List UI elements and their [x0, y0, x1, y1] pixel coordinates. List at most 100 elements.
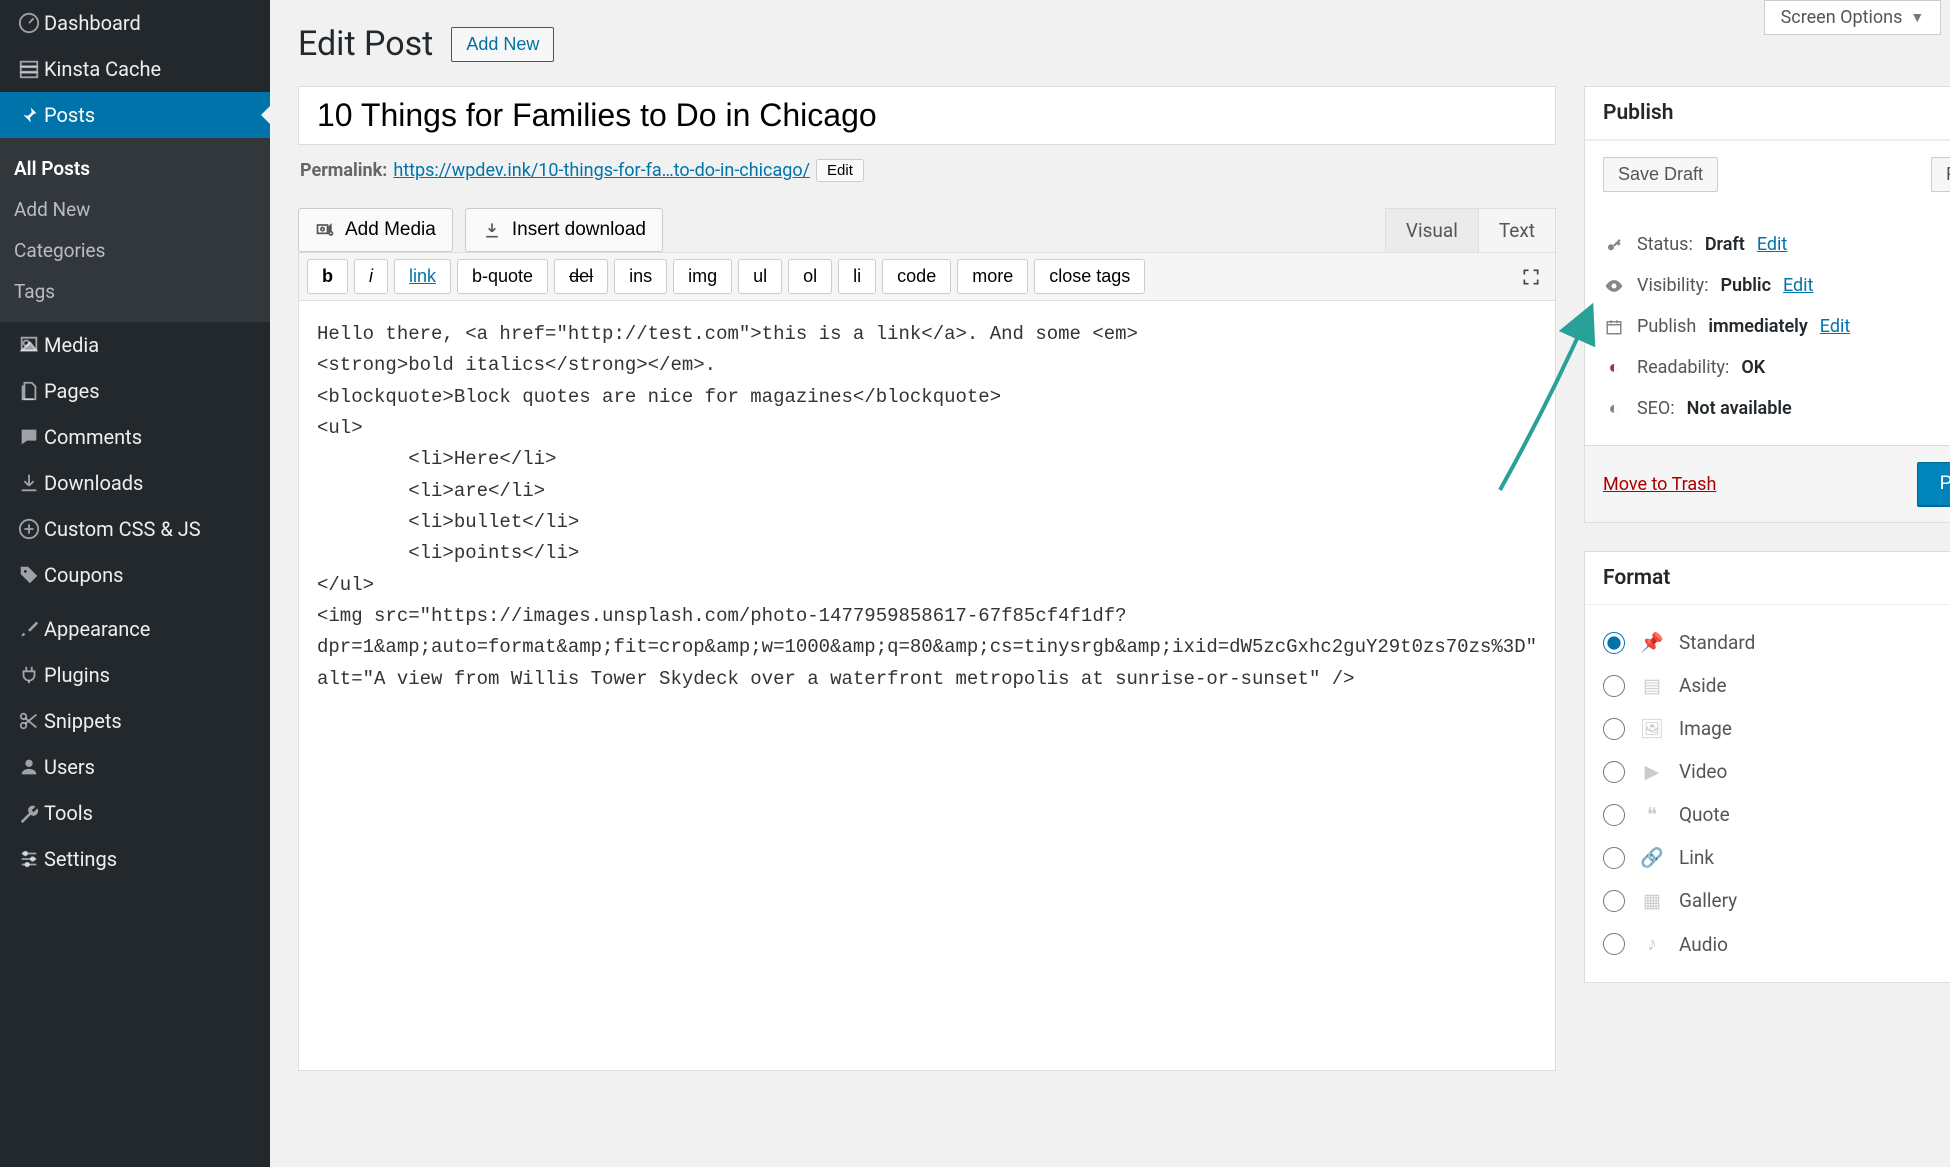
sidebar-item-media[interactable]: Media	[0, 322, 270, 368]
main-content: Screen Options▼ Help▼ Edit Post Add New …	[270, 0, 1950, 1167]
publish-button[interactable]: Publish	[1917, 462, 1950, 506]
edit-visibility-link[interactable]: Edit	[1783, 275, 1813, 296]
qtag-more[interactable]: more	[957, 259, 1028, 294]
sidebar-item-plugins[interactable]: Plugins	[0, 652, 270, 698]
aside-icon: ▤	[1639, 674, 1665, 697]
quicktags-toolbar: b i link b-quote del ins img ul ol li co…	[298, 252, 1556, 301]
format-option-link[interactable]: 🔗Link	[1603, 836, 1950, 879]
screen-meta-links: Screen Options▼ Help▼	[1764, 0, 1950, 35]
post-title-input[interactable]	[298, 86, 1556, 145]
tab-text[interactable]: Text	[1478, 209, 1555, 252]
plus-circle-icon	[14, 518, 44, 540]
sidebar-label: Snippets	[44, 709, 122, 733]
sidebar-item-comments[interactable]: Comments	[0, 414, 270, 460]
pin-icon	[14, 104, 44, 126]
fullscreen-button[interactable]	[1515, 261, 1547, 293]
sidebar-item-settings[interactable]: Settings	[0, 836, 270, 882]
link-icon: 🔗	[1639, 846, 1665, 869]
save-draft-button[interactable]: Save Draft	[1603, 157, 1718, 192]
qtag-bquote[interactable]: b-quote	[457, 259, 548, 294]
format-option-video[interactable]: ▶Video	[1603, 750, 1950, 793]
sidebar-label: Comments	[44, 425, 142, 449]
brush-icon	[14, 618, 44, 640]
publish-metabox-header[interactable]: Publish ▲	[1585, 87, 1950, 140]
download-icon	[482, 220, 502, 240]
sidebar-subitem-categories[interactable]: Categories	[0, 230, 270, 271]
scissors-icon	[14, 710, 44, 732]
add-media-button[interactable]: Add Media	[298, 208, 453, 252]
seo-row: ◐ SEO: Not available	[1603, 388, 1950, 429]
image-icon: 🖼	[1639, 717, 1665, 740]
format-metabox: Format ▲ 📌Standard ▤Aside 🖼Image ▶Video …	[1584, 551, 1950, 983]
sidebar-subitem-all-posts[interactable]: All Posts	[0, 148, 270, 189]
sidebar-item-kinsta-cache[interactable]: Kinsta Cache	[0, 46, 270, 92]
publish-date-row: Publish immediately Edit	[1603, 306, 1950, 347]
format-metabox-header[interactable]: Format ▲	[1585, 552, 1950, 605]
sidebar-item-posts[interactable]: Posts	[0, 92, 270, 138]
preview-button[interactable]: Preview	[1931, 157, 1950, 192]
video-icon: ▶	[1639, 760, 1665, 783]
qtag-li[interactable]: li	[838, 259, 876, 294]
edit-status-link[interactable]: Edit	[1757, 234, 1787, 255]
chevron-down-icon: ▼	[1910, 9, 1924, 26]
qtag-i[interactable]: i	[354, 259, 388, 294]
edit-permalink-button[interactable]: Edit	[816, 159, 864, 182]
sidebar-submenu-posts: All Posts Add New Categories Tags	[0, 138, 270, 322]
sidebar-label: Users	[44, 755, 95, 779]
sidebar-item-coupons[interactable]: Coupons	[0, 552, 270, 598]
insert-download-button[interactable]: Insert download	[465, 208, 663, 252]
sidebar-item-pages[interactable]: Pages	[0, 368, 270, 414]
format-option-audio[interactable]: ♪Audio	[1603, 922, 1950, 966]
quote-icon: ❝	[1639, 803, 1665, 826]
qtag-ol[interactable]: ol	[788, 259, 832, 294]
sidebar-label: Settings	[44, 847, 117, 871]
qtag-link[interactable]: link	[394, 259, 451, 294]
move-to-trash-link[interactable]: Move to Trash	[1603, 474, 1716, 495]
qtag-del[interactable]: del	[554, 259, 608, 294]
eye-icon	[1603, 276, 1625, 296]
dashboard-icon	[14, 12, 44, 34]
sidebar-item-custom-css-js[interactable]: Custom CSS & JS	[0, 506, 270, 552]
sidebar-item-tools[interactable]: Tools	[0, 790, 270, 836]
sidebar-label: Dashboard	[44, 11, 141, 35]
sidebar-label: Posts	[44, 103, 95, 127]
comments-icon	[14, 426, 44, 448]
sidebar-label: Kinsta Cache	[44, 57, 161, 81]
sidebar-item-dashboard[interactable]: Dashboard	[0, 0, 270, 46]
pages-icon	[14, 380, 44, 402]
format-option-aside[interactable]: ▤Aside	[1603, 664, 1950, 707]
sidebar-label: Coupons	[44, 563, 123, 587]
tab-visual[interactable]: Visual	[1386, 209, 1478, 252]
content-textarea[interactable]: Hello there, <a href="http://test.com">t…	[298, 301, 1556, 1071]
sidebar-label: Appearance	[44, 617, 150, 641]
qtag-close-tags[interactable]: close tags	[1034, 259, 1145, 294]
sidebar-subitem-add-new[interactable]: Add New	[0, 189, 270, 230]
sidebar-item-users[interactable]: Users	[0, 744, 270, 790]
permalink-link[interactable]: https://wpdev.ink/10-things-for-fa…to-do…	[393, 160, 810, 181]
sidebar-subitem-tags[interactable]: Tags	[0, 271, 270, 312]
format-option-image[interactable]: 🖼Image	[1603, 707, 1950, 750]
qtag-b[interactable]: b	[307, 259, 348, 294]
sidebar-label: Media	[44, 333, 99, 357]
qtag-img[interactable]: img	[673, 259, 732, 294]
qtag-code[interactable]: code	[882, 259, 951, 294]
sidebar-item-appearance[interactable]: Appearance	[0, 606, 270, 652]
cache-icon	[14, 58, 44, 80]
wrench-icon	[14, 802, 44, 824]
qtag-ins[interactable]: ins	[614, 259, 667, 294]
screen-options-toggle[interactable]: Screen Options▼	[1764, 0, 1942, 35]
key-icon	[1603, 236, 1625, 254]
users-icon	[14, 756, 44, 778]
format-option-gallery[interactable]: ▦Gallery	[1603, 879, 1950, 922]
format-option-standard[interactable]: 📌Standard	[1603, 621, 1950, 664]
sidebar-item-downloads[interactable]: Downloads	[0, 460, 270, 506]
publish-metabox: Publish ▲ Save Draft Preview Status: Dra…	[1584, 86, 1950, 523]
tag-icon	[14, 564, 44, 586]
format-option-quote[interactable]: ❝Quote	[1603, 793, 1950, 836]
status-row: Status: Draft Edit	[1603, 224, 1950, 265]
edit-date-link[interactable]: Edit	[1820, 316, 1850, 337]
qtag-ul[interactable]: ul	[738, 259, 782, 294]
admin-sidebar: Dashboard Kinsta Cache Posts All Posts A…	[0, 0, 270, 1167]
sidebar-item-snippets[interactable]: Snippets	[0, 698, 270, 744]
add-new-button[interactable]: Add New	[451, 27, 554, 62]
